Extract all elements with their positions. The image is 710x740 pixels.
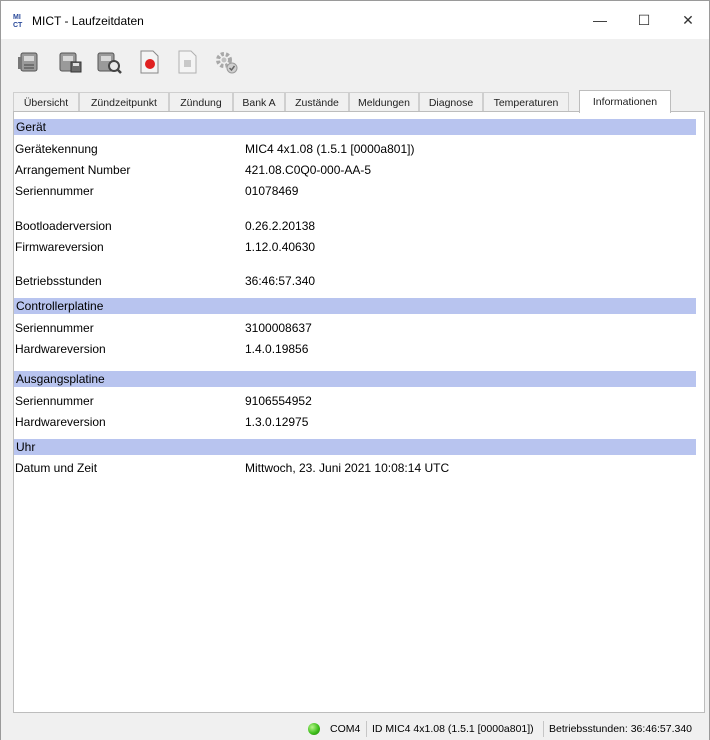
arrangement-number-value: 421.08.C0Q0-000-AA-5 xyxy=(245,163,372,177)
betriebsstunden-value: 36:46:57.340 xyxy=(245,274,316,288)
datum-und-zeit-value: Mittwoch, 23. Juni 2021 10:08:14 UTC xyxy=(245,461,450,475)
settings-check-button[interactable] xyxy=(211,47,241,77)
ausgang-seriennummer-label: Seriennummer xyxy=(15,394,94,408)
section-header-ausgangsplatine: Ausgangsplatine xyxy=(14,371,696,387)
ausgang-hardwareversion-label: Hardwareversion xyxy=(15,415,106,429)
read-device-button[interactable] xyxy=(15,47,45,77)
datum-und-zeit-label: Datum und Zeit xyxy=(15,461,98,475)
minimize-icon: — xyxy=(593,12,607,28)
controller-hardwareversion-value: 1.4.0.19856 xyxy=(245,342,309,356)
arrangement-number-label: Arrangement Number xyxy=(15,163,131,177)
controller-seriennummer-label: Seriennummer xyxy=(15,321,94,335)
tab-temperaturen[interactable]: Temperaturen xyxy=(483,92,569,112)
ausgang-seriennummer-value: 9106554952 xyxy=(245,394,312,408)
bootloaderversion-value: 0.26.2.20138 xyxy=(245,219,316,233)
betriebsstunden-label: Betriebsstunden xyxy=(15,274,102,288)
tab-informationen[interactable]: Informationen xyxy=(579,90,671,113)
mict-app-icon: MI CT xyxy=(13,14,23,28)
tab-zuendung[interactable]: Zündung xyxy=(169,92,233,112)
document-icon xyxy=(178,50,197,74)
geraetekennung-label: Gerätekennung xyxy=(15,142,98,156)
com-port-status: COM4 xyxy=(330,723,361,735)
search-device-button[interactable] xyxy=(94,47,124,77)
controller-hardwareversion-label: Hardwareversion xyxy=(15,342,106,356)
informationen-panel xyxy=(13,111,705,713)
section-header-uhr: Uhr xyxy=(14,439,696,455)
close-icon: ✕ xyxy=(682,11,694,28)
bootloaderversion-label: Bootloaderversion xyxy=(15,219,112,233)
main-window: MI CT MICT - Laufzeitdaten — ☐ ✕ Übersic… xyxy=(0,0,710,740)
section-header-controllerplatine: Controllerplatine xyxy=(14,298,696,314)
status-separator xyxy=(543,721,544,737)
save-device-button[interactable] xyxy=(55,47,85,77)
tab-zuendzeitpunkt[interactable]: Zündzeitpunkt xyxy=(79,92,169,112)
controller-seriennummer-value: 3100008637 xyxy=(245,321,312,335)
device-search-icon xyxy=(97,52,122,74)
document-button[interactable] xyxy=(172,47,202,77)
settings-check-icon xyxy=(216,52,238,74)
section-header-geraet: Gerät xyxy=(14,119,696,135)
tab-bank-a[interactable]: Bank A xyxy=(233,92,285,112)
svg-text:MI: MI xyxy=(13,14,21,21)
tab-zustaende[interactable]: Zustände xyxy=(285,92,349,112)
tab-uebersicht[interactable]: Übersicht xyxy=(13,92,79,112)
ausgang-hardwareversion-value: 1.3.0.12975 xyxy=(245,415,309,429)
geraet-seriennummer-label: Seriennummer xyxy=(15,184,94,198)
geraetekennung-value: MIC4 4x1.08 (1.5.1 [0000a801]) xyxy=(245,142,415,156)
device-save-icon xyxy=(59,52,82,73)
firmwareversion-value: 1.12.0.40630 xyxy=(245,240,316,254)
record-icon xyxy=(140,50,159,74)
title-bar[interactable]: MI CT MICT - Laufzeitdaten — ☐ ✕ xyxy=(1,1,709,39)
window-title: MICT - Laufzeitdaten xyxy=(32,14,144,28)
status-separator xyxy=(366,721,367,737)
tab-diagnose[interactable]: Diagnose xyxy=(419,92,483,112)
operating-hours-status: Betriebsstunden: 36:46:57.340 xyxy=(549,723,693,735)
record-button[interactable] xyxy=(134,47,164,77)
status-bar: COM4 ID MIC4 4x1.08 (1.5.1 [0000a801]) B… xyxy=(1,718,709,740)
connection-status-icon xyxy=(308,723,320,735)
tab-meldungen[interactable]: Meldungen xyxy=(349,92,419,112)
firmwareversion-label: Firmwareversion xyxy=(15,240,104,254)
toolbar xyxy=(1,39,709,87)
svg-text:CT: CT xyxy=(13,22,23,28)
device-id-status: ID MIC4 4x1.08 (1.5.1 [0000a801]) xyxy=(372,723,534,735)
maximize-button[interactable]: ☐ xyxy=(623,1,665,39)
close-button[interactable]: ✕ xyxy=(667,1,709,39)
geraet-seriennummer-value: 01078469 xyxy=(245,184,299,198)
tab-strip: Übersicht Zündzeitpunkt Zündung Bank A Z… xyxy=(13,90,703,113)
maximize-icon: ☐ xyxy=(637,11,651,28)
minimize-button[interactable]: — xyxy=(579,1,621,39)
device-read-icon xyxy=(18,52,38,72)
